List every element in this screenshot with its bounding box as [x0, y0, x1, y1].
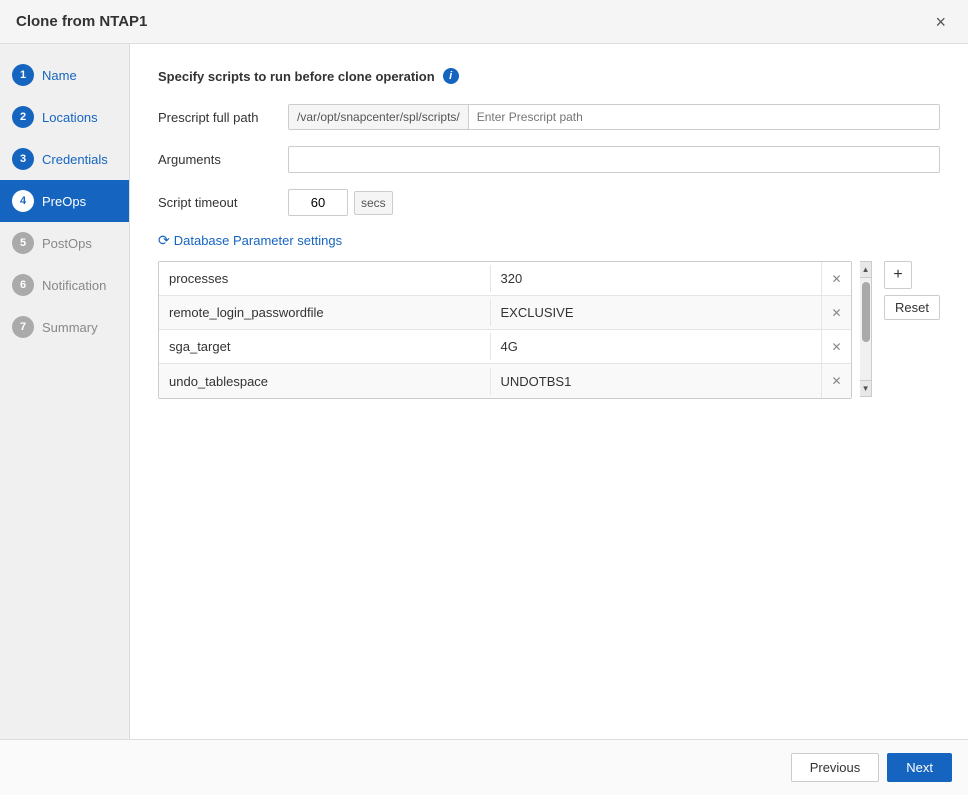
sidebar-item-label-6: Notification: [42, 278, 106, 293]
sidebar-item-label-4: PreOps: [42, 194, 86, 209]
arguments-label: Arguments: [158, 152, 278, 167]
close-button[interactable]: ×: [929, 11, 952, 33]
prescript-label: Prescript full path: [158, 110, 278, 125]
table-row: undo_tablespace UNDOTBS1 ✕: [159, 364, 851, 398]
param-table-container: processes 320 ✕ remote_login_passwordfil…: [158, 261, 940, 399]
param-value-1: 320: [491, 265, 822, 292]
table-row: sga_target 4G ✕: [159, 330, 851, 364]
refresh-icon: ⟳: [158, 232, 170, 249]
add-param-button[interactable]: +: [884, 261, 912, 289]
step-circle-1: 1: [12, 64, 34, 86]
param-delete-3[interactable]: ✕: [821, 330, 851, 363]
sidebar: 1 Name 2 Locations 3 Credentials 4 PreOp…: [0, 44, 130, 739]
info-icon[interactable]: i: [443, 68, 459, 84]
db-param-label: Database Parameter settings: [174, 233, 342, 248]
step-circle-2: 2: [12, 106, 34, 128]
step-circle-4: 4: [12, 190, 34, 212]
arguments-input[interactable]: [288, 146, 940, 173]
step-circle-3: 3: [12, 148, 34, 170]
sidebar-item-postops: 5 PostOps: [0, 222, 129, 264]
section-title-text: Specify scripts to run before clone oper…: [158, 69, 435, 84]
scroll-up-arrow[interactable]: ▲: [860, 262, 871, 278]
param-table: processes 320 ✕ remote_login_passwordfil…: [158, 261, 852, 399]
reset-button[interactable]: Reset: [884, 295, 940, 320]
db-param-link[interactable]: ⟳ Database Parameter settings: [158, 232, 940, 249]
sidebar-item-label-1: Name: [42, 68, 77, 83]
previous-button[interactable]: Previous: [791, 753, 880, 782]
param-value-4: UNDOTBS1: [491, 368, 822, 395]
param-value-2: EXCLUSIVE: [491, 299, 822, 326]
sidebar-item-preops[interactable]: 4 PreOps: [0, 180, 129, 222]
sidebar-item-credentials[interactable]: 3 Credentials: [0, 138, 129, 180]
modal-footer: Previous Next: [0, 739, 968, 795]
timeout-input[interactable]: [288, 189, 348, 216]
param-name-4: undo_tablespace: [159, 368, 491, 395]
prescript-row: Prescript full path /var/opt/snapcenter/…: [158, 104, 940, 130]
table-actions: + Reset: [884, 261, 940, 320]
param-delete-2[interactable]: ✕: [821, 296, 851, 329]
modal-title: Clone from NTAP1: [16, 13, 147, 30]
next-button[interactable]: Next: [887, 753, 952, 782]
sidebar-item-label-3: Credentials: [42, 152, 108, 167]
table-row: remote_login_passwordfile EXCLUSIVE ✕: [159, 296, 851, 330]
scroll-down-arrow[interactable]: ▼: [860, 380, 871, 396]
param-name-3: sga_target: [159, 333, 491, 360]
script-timeout-label: Script timeout: [158, 195, 278, 210]
arguments-row: Arguments: [158, 146, 940, 173]
content-area: Specify scripts to run before clone oper…: [130, 44, 968, 739]
modal: Clone from NTAP1 × 1 Name 2 Locations 3 …: [0, 0, 968, 795]
param-delete-4[interactable]: ✕: [821, 364, 851, 398]
sidebar-item-name[interactable]: 1 Name: [0, 54, 129, 96]
param-value-3: 4G: [491, 333, 822, 360]
param-delete-1[interactable]: ✕: [821, 262, 851, 295]
secs-label: secs: [354, 191, 393, 215]
sidebar-item-notification: 6 Notification: [0, 264, 129, 306]
step-circle-6: 6: [12, 274, 34, 296]
sidebar-item-label-7: Summary: [42, 320, 98, 335]
step-circle-7: 7: [12, 316, 34, 338]
prescript-prefix: /var/opt/snapcenter/spl/scripts/: [289, 105, 469, 129]
prescript-input-group: /var/opt/snapcenter/spl/scripts/: [288, 104, 940, 130]
param-name-1: processes: [159, 265, 491, 292]
table-row: processes 320 ✕: [159, 262, 851, 296]
modal-body: 1 Name 2 Locations 3 Credentials 4 PreOp…: [0, 44, 968, 739]
sidebar-item-label-5: PostOps: [42, 236, 92, 251]
sidebar-item-locations[interactable]: 2 Locations: [0, 96, 129, 138]
sidebar-item-summary: 7 Summary: [0, 306, 129, 348]
sidebar-item-label-2: Locations: [42, 110, 98, 125]
table-scrollbar: ▲ ▼: [860, 261, 872, 397]
param-name-2: remote_login_passwordfile: [159, 299, 491, 326]
scroll-thumb: [862, 282, 870, 342]
script-timeout-row: Script timeout secs: [158, 189, 940, 216]
modal-header: Clone from NTAP1 ×: [0, 0, 968, 44]
timeout-group: secs: [288, 189, 393, 216]
section-title: Specify scripts to run before clone oper…: [158, 68, 940, 84]
prescript-input[interactable]: [469, 105, 939, 129]
step-circle-5: 5: [12, 232, 34, 254]
